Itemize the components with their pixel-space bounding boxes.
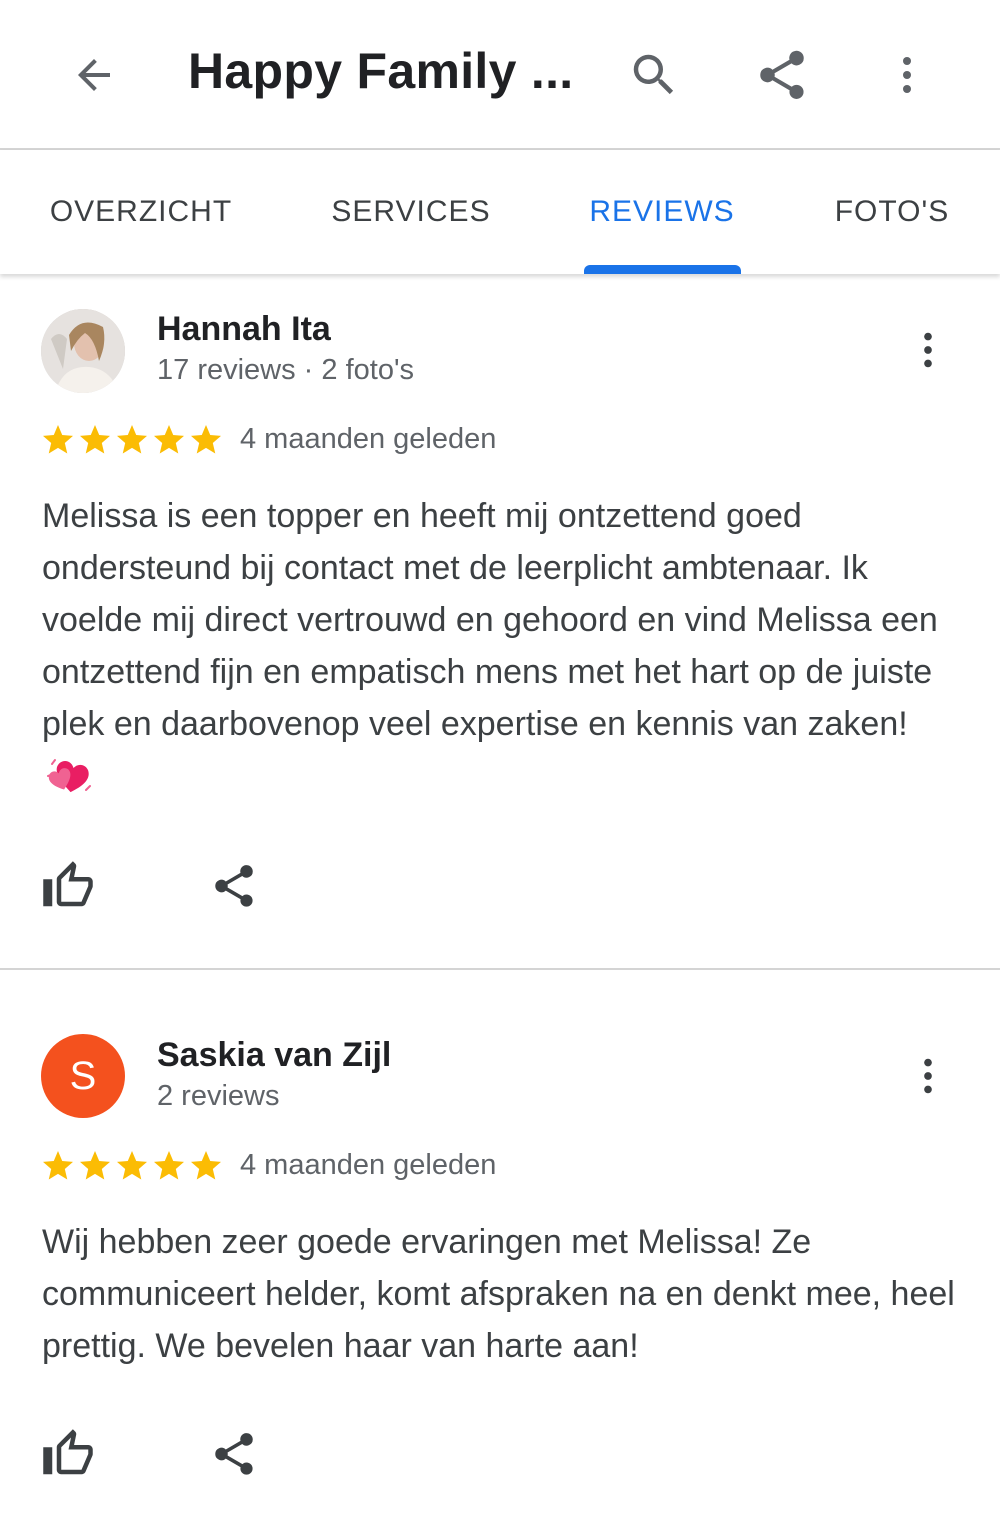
review-text-container: Melissa is een topper en heeft mij ontze… [42, 490, 962, 802]
star-icon [117, 1151, 147, 1180]
star-icon [80, 1151, 110, 1180]
review-date: 4 maanden geleden [240, 423, 497, 455]
review-text: Melissa is een topper en heeft mij ontze… [42, 497, 938, 743]
more-vert-icon [924, 332, 932, 368]
review-author[interactable]: Hannah Ita [157, 310, 331, 349]
tab-reviews[interactable]: REVIEWS [560, 150, 764, 274]
star-icon [191, 1151, 221, 1180]
review-author-meta: 17 reviews · 2 foto's [157, 354, 414, 386]
like-button[interactable] [38, 856, 98, 916]
page-title: Happy Family ... [188, 43, 574, 99]
star-icon [154, 1151, 184, 1180]
share-icon [215, 865, 253, 907]
star-icon [43, 425, 73, 454]
review-date: 4 maanden geleden [240, 1149, 497, 1181]
avatar[interactable] [41, 309, 125, 393]
search-button[interactable] [622, 45, 686, 105]
thumb-up-icon [43, 1429, 93, 1475]
tab-overzicht[interactable]: OVERZICHT [30, 150, 252, 274]
star-rating [40, 1148, 224, 1184]
search-icon [633, 54, 674, 95]
tab-bar: OVERZICHT SERVICES REVIEWS FOTO'S [0, 150, 1000, 274]
review-card: S Saskia van Zijl 2 reviews 4 maanden ge… [0, 972, 1000, 1528]
share-icon [760, 50, 804, 99]
more-options-button[interactable] [880, 45, 934, 105]
two-hearts-emoji [47, 759, 91, 793]
like-button[interactable] [38, 1424, 98, 1484]
star-icon [117, 425, 147, 454]
more-vert-icon [903, 57, 911, 93]
review-more-button[interactable] [905, 1046, 951, 1106]
star-icon [154, 425, 184, 454]
tab-services[interactable]: SERVICES [300, 150, 522, 274]
top-app-bar: Happy Family ... [0, 0, 1000, 150]
avatar[interactable]: S [41, 1034, 125, 1118]
star-icon [43, 1151, 73, 1180]
star-icon [191, 425, 221, 454]
share-button[interactable] [750, 45, 814, 105]
thumb-up-icon [43, 861, 93, 907]
tab-fotos[interactable]: FOTO'S [810, 150, 974, 274]
profile-photo [41, 309, 125, 393]
star-icon [80, 425, 110, 454]
review-author-meta: 2 reviews [157, 1080, 280, 1112]
star-rating [40, 422, 224, 458]
active-tab-indicator [584, 265, 741, 274]
share-review-button[interactable] [204, 856, 264, 916]
review-more-button[interactable] [905, 320, 951, 380]
review-author[interactable]: Saskia van Zijl [157, 1036, 391, 1075]
share-review-button[interactable] [204, 1424, 264, 1484]
review-card: Hannah Ita 17 reviews · 2 foto's 4 maand… [0, 276, 1000, 970]
share-icon [215, 1433, 253, 1475]
review-text: Wij hebben zeer goede ervaringen met Mel… [42, 1223, 955, 1365]
arrow-back-icon [78, 59, 110, 91]
more-vert-icon [924, 1058, 932, 1094]
back-button[interactable] [62, 45, 126, 105]
